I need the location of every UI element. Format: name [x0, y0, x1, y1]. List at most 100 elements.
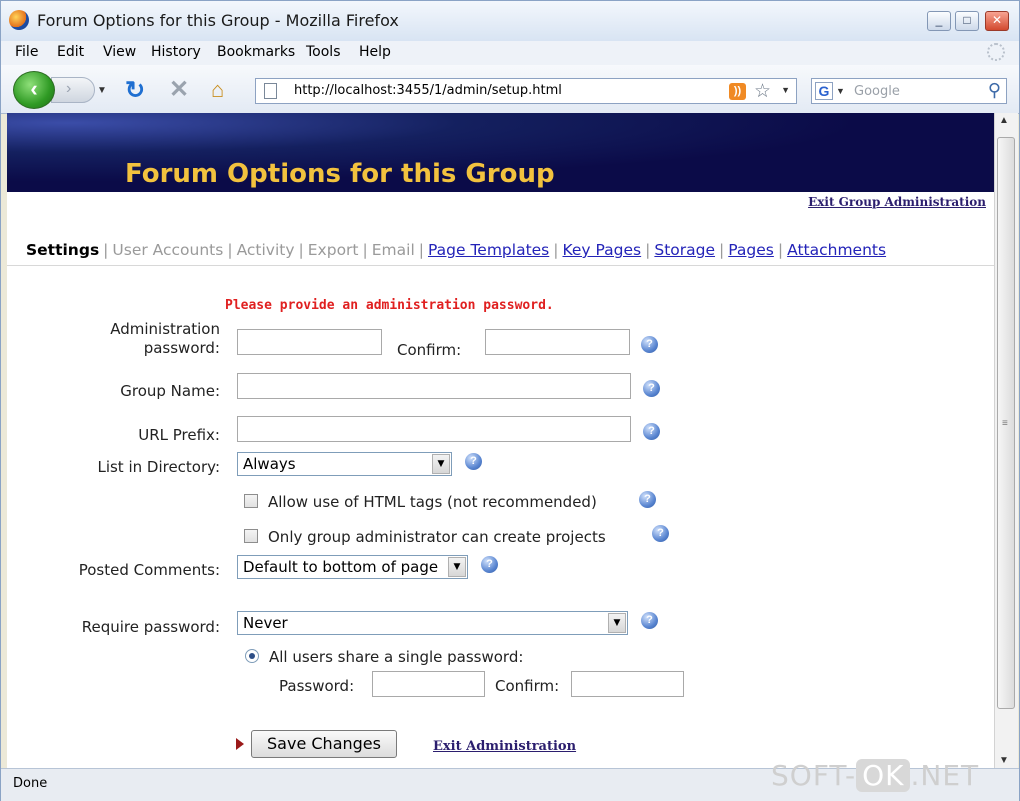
only-admin-create-checkbox[interactable]: [244, 529, 258, 543]
exit-group-admin-link[interactable]: Exit Group Administration: [808, 195, 986, 209]
allow-html-label: Allow use of HTML tags (not recommended): [268, 493, 597, 511]
confirm-password-input[interactable]: [485, 329, 630, 355]
firefox-icon: [9, 10, 29, 30]
help-icon[interactable]: ?: [465, 453, 482, 470]
admin-password-label-line1: Administration: [110, 320, 220, 338]
watermark-right: .NET: [910, 759, 980, 792]
search-placeholder[interactable]: Google: [854, 84, 900, 99]
history-dropdown-icon[interactable]: ▼: [97, 85, 107, 96]
banner-title: Forum Options for this Group: [125, 159, 555, 189]
exit-administration-link[interactable]: Exit Administration: [433, 739, 576, 754]
grip-icon: ≡: [1002, 418, 1008, 429]
home-icon[interactable]: ⌂: [211, 77, 224, 103]
confirm-shared-label: Confirm:: [495, 677, 560, 695]
list-in-directory-value: Always: [243, 455, 296, 473]
require-password-label: Require password:: [81, 618, 220, 636]
vertical-scrollbar[interactable]: ▲ ≡ ▼: [994, 113, 1018, 768]
bookmark-star-icon[interactable]: ☆: [754, 80, 771, 103]
help-icon[interactable]: ?: [481, 556, 498, 573]
close-button[interactable]: ✕: [985, 11, 1009, 31]
reload-icon[interactable]: ↻: [125, 76, 145, 105]
admin-tabs: Settings | User Accounts | Activity | Export | E…: [26, 241, 887, 259]
throbber-icon: [987, 43, 1005, 61]
menu-bookmarks[interactable]: Bookmarks: [217, 44, 295, 60]
status-text: Done: [13, 776, 48, 791]
help-icon[interactable]: ?: [641, 336, 658, 353]
browser-window: Forum Options for this Group - Mozilla F…: [0, 0, 1020, 801]
share-password-radio[interactable]: [245, 649, 259, 663]
tab-export: Export: [307, 241, 359, 259]
stop-icon[interactable]: ✕: [169, 75, 189, 104]
error-message: Please provide an administration passwor…: [225, 298, 554, 313]
posted-comments-select[interactable]: Default to bottom of page ▼: [237, 555, 468, 579]
page-content: Forum Options for this Group Exit Group …: [7, 113, 994, 768]
watermark: SOFT- OK .NET: [771, 759, 979, 792]
save-changes-button[interactable]: Save Changes: [251, 730, 397, 758]
page-banner: Forum Options for this Group: [7, 113, 994, 192]
list-in-directory-select[interactable]: Always ▼: [237, 452, 452, 476]
chevron-down-icon[interactable]: ▼: [448, 557, 466, 577]
url-dropdown-icon[interactable]: ▼: [781, 85, 790, 95]
admin-password-input[interactable]: [237, 329, 382, 355]
group-name-label: Group Name:: [120, 382, 220, 400]
divider: [7, 265, 994, 266]
rss-icon[interactable]: )): [729, 83, 746, 100]
title-bar: Forum Options for this Group - Mozilla F…: [1, 1, 1019, 42]
chevron-down-icon[interactable]: ▼: [432, 454, 450, 474]
tab-key-pages[interactable]: Key Pages: [563, 241, 642, 259]
help-icon[interactable]: ?: [639, 491, 656, 508]
allow-html-checkbox[interactable]: [244, 494, 258, 508]
watermark-left: SOFT-: [771, 759, 857, 792]
tab-activity: Activity: [236, 241, 295, 259]
posted-comments-label: Posted Comments:: [78, 561, 220, 579]
help-icon[interactable]: ?: [643, 423, 660, 440]
navigation-toolbar: › ‹ ▼ ↻ ✕ ⌂ http://localhost:3455/1/admi…: [1, 65, 1019, 114]
google-icon[interactable]: G: [815, 82, 833, 100]
menu-edit[interactable]: Edit: [57, 44, 84, 60]
arrow-right-icon: [236, 738, 244, 750]
posted-comments-value: Default to bottom of page: [243, 558, 439, 576]
back-button[interactable]: ‹: [13, 71, 55, 109]
require-password-select[interactable]: Never ▼: [237, 611, 628, 635]
only-admin-create-label: Only group administrator can create proj…: [268, 528, 606, 546]
search-icon[interactable]: ⚲: [988, 80, 1001, 101]
forward-button[interactable]: ›: [51, 77, 95, 103]
tab-storage[interactable]: Storage: [654, 241, 715, 259]
tab-user-accounts: User Accounts: [112, 241, 224, 259]
help-icon[interactable]: ?: [641, 612, 658, 629]
minimize-button[interactable]: _: [927, 11, 951, 31]
tab-pages[interactable]: Pages: [728, 241, 774, 259]
group-name-input[interactable]: [237, 373, 631, 399]
tab-page-templates[interactable]: Page Templates: [428, 241, 549, 259]
scroll-thumb[interactable]: ≡: [997, 137, 1015, 709]
search-box[interactable]: G ▼ Google ⚲: [811, 78, 1007, 104]
url-text[interactable]: http://localhost:3455/1/admin/setup.html: [294, 83, 562, 98]
url-prefix-label: URL Prefix:: [138, 426, 220, 444]
tab-email: Email: [371, 241, 415, 259]
address-bar[interactable]: http://localhost:3455/1/admin/setup.html…: [255, 78, 797, 104]
scroll-up-icon[interactable]: ▲: [999, 115, 1009, 126]
confirm-shared-password-input[interactable]: [571, 671, 684, 697]
search-engine-dropdown-icon[interactable]: ▼: [836, 86, 845, 96]
url-prefix-input[interactable]: [237, 416, 631, 442]
chevron-down-icon[interactable]: ▼: [608, 613, 626, 633]
list-in-directory-label: List in Directory:: [97, 458, 220, 476]
menu-history[interactable]: History: [151, 44, 201, 60]
admin-password-label-line2: password:: [143, 339, 220, 357]
watermark-ok: OK: [856, 759, 911, 792]
scroll-down-icon[interactable]: ▼: [999, 755, 1009, 766]
require-password-value: Never: [243, 614, 288, 632]
password-label: Password:: [279, 677, 355, 695]
menu-help[interactable]: Help: [359, 44, 391, 60]
menu-view[interactable]: View: [103, 44, 136, 60]
tab-attachments[interactable]: Attachments: [787, 241, 886, 259]
help-icon[interactable]: ?: [652, 525, 669, 542]
shared-password-input[interactable]: [372, 671, 485, 697]
page-icon: [264, 83, 277, 99]
menu-file[interactable]: File: [15, 44, 38, 60]
menu-tools[interactable]: Tools: [306, 44, 341, 60]
help-icon[interactable]: ?: [643, 380, 660, 397]
confirm-label: Confirm:: [397, 341, 462, 359]
maximize-button[interactable]: □: [955, 11, 979, 31]
menu-bar: File Edit View History Bookmarks Tools H…: [1, 41, 1019, 65]
